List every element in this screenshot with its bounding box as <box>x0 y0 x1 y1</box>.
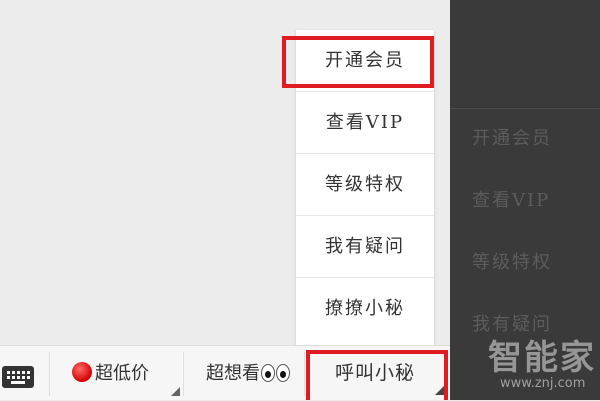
keyboard-icon <box>2 366 34 388</box>
keyboard-button[interactable] <box>0 346 48 401</box>
dimmed-menu: 开通会员 查看VIP 等级特权 我有疑问 <box>450 108 600 356</box>
dimmed-menu-item: 查看VIP <box>472 190 551 211</box>
red-circle-icon <box>72 362 92 382</box>
menu-item-level-privileges[interactable]: 等级特权 <box>296 154 434 216</box>
menu-item-view-vip[interactable]: 查看VIP <box>296 92 434 154</box>
watermark-url: www.znj.com <box>500 376 586 391</box>
dimmed-menu-item: 等级特权 <box>472 252 552 273</box>
menu-item-chat-assistant[interactable]: 撩撩小秘 <box>296 278 434 340</box>
watermark: 智能家 www.znj.com <box>488 330 598 400</box>
highlight-box-bottom <box>306 350 448 400</box>
low-price-label: 超低价 <box>95 363 149 384</box>
watermark-logo: 智能家 <box>488 338 596 378</box>
highlight-box-top <box>282 36 434 88</box>
low-price-button[interactable]: 超低价 <box>50 346 183 401</box>
eyes-icon <box>260 363 290 384</box>
dimmed-menu-item: 开通会员 <box>472 128 552 149</box>
want-to-see-button[interactable]: 超想看 <box>184 346 304 401</box>
corner-triangle-icon <box>171 387 180 396</box>
menu-item-questions[interactable]: 我有疑问 <box>296 216 434 278</box>
want-to-see-label: 超想看 <box>206 363 260 384</box>
